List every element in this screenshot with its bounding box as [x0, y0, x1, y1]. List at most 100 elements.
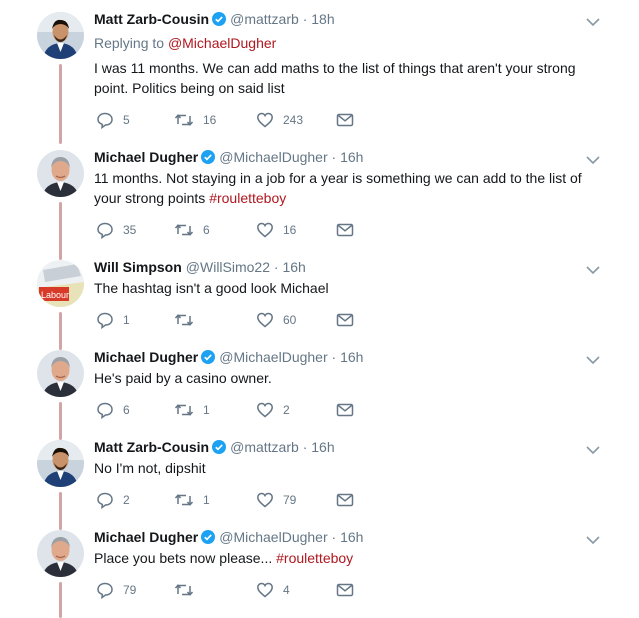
dm-button[interactable]: [336, 490, 363, 510]
avatar[interactable]: Labour: [37, 260, 84, 307]
dm-button[interactable]: [336, 310, 363, 330]
tweet[interactable]: Matt Zarb-Cousin @mattzarb · 18h Replying…: [0, 10, 639, 144]
retweet-icon: [174, 404, 194, 416]
retweet-icon: [174, 494, 194, 506]
retweet-button[interactable]: 6: [174, 220, 210, 240]
timestamp[interactable]: 16h: [311, 439, 334, 455]
thread-line: [59, 312, 62, 350]
reply-button[interactable]: 79: [96, 580, 136, 600]
avatar-label: Labour: [41, 290, 69, 300]
display-name[interactable]: Will Simpson: [94, 259, 182, 275]
like-count: 4: [283, 583, 290, 597]
retweet-icon: [174, 314, 194, 326]
dm-button[interactable]: [336, 110, 363, 130]
handle[interactable]: @WillSimo22: [186, 259, 270, 275]
reply-button[interactable]: 35: [96, 220, 136, 240]
avatar[interactable]: [37, 12, 84, 59]
retweet-count: 16: [203, 113, 217, 127]
like-button[interactable]: 79: [256, 490, 296, 510]
chevron-down-icon[interactable]: [585, 152, 601, 165]
tweet[interactable]: Michael Dugher @MichaelDugher · 16h Place…: [0, 528, 639, 618]
timestamp[interactable]: 16h: [282, 259, 305, 275]
dm-button[interactable]: [336, 400, 363, 420]
timestamp[interactable]: 16h: [340, 529, 363, 545]
tweet[interactable]: Labour Will Simpson @WillSimo22 · 16h The…: [0, 258, 639, 350]
like-icon: [257, 312, 273, 328]
reply-count: 6: [123, 403, 130, 417]
dm-icon: [336, 313, 354, 327]
display-name[interactable]: Michael Dugher: [94, 529, 198, 545]
like-button[interactable]: 243: [256, 110, 303, 130]
avatar[interactable]: [37, 440, 84, 487]
hashtag-link[interactable]: #rouletteboy: [209, 190, 286, 206]
verified-icon: [201, 530, 216, 544]
display-name[interactable]: Michael Dugher: [94, 349, 198, 365]
avatar[interactable]: [37, 150, 84, 197]
hashtag-link[interactable]: #rouletteboy: [276, 550, 353, 566]
retweet-icon: [174, 584, 194, 596]
reply-icon: [97, 222, 113, 239]
retweet-count: 1: [203, 403, 210, 417]
reply-button[interactable]: 5: [96, 110, 130, 130]
display-name[interactable]: Matt Zarb-Cousin: [94, 11, 209, 27]
avatar[interactable]: [37, 530, 84, 577]
chevron-down-icon[interactable]: [585, 532, 601, 545]
reply-count: 1: [123, 313, 130, 327]
chevron-down-icon[interactable]: [585, 14, 601, 27]
tweet-text: The hashtag isn't a good look Michael: [94, 280, 329, 296]
display-name[interactable]: Michael Dugher: [94, 149, 198, 165]
handle[interactable]: @MichaelDugher: [219, 149, 327, 165]
handle[interactable]: @MichaelDugher: [219, 349, 327, 365]
tweet-text: I was 11 months. We can add maths to the…: [94, 60, 576, 96]
timestamp[interactable]: 16h: [340, 149, 363, 165]
dm-button[interactable]: [336, 580, 363, 600]
tweet[interactable]: Matt Zarb-Cousin @mattzarb · 16h No I'm n…: [0, 438, 639, 530]
tweet-text: No I'm not, dipshit: [94, 460, 206, 476]
tweet-header: Will Simpson @WillSimo22 · 16h: [94, 258, 306, 276]
dm-button[interactable]: [336, 220, 363, 240]
tweet-text: 11 months. Not staying in a job for a ye…: [94, 168, 604, 208]
handle[interactable]: @mattzarb: [230, 439, 299, 455]
like-button[interactable]: 16: [256, 220, 296, 240]
tweet[interactable]: Michael Dugher @MichaelDugher · 16h He's …: [0, 348, 639, 440]
dm-icon: [336, 403, 354, 417]
display-name[interactable]: Matt Zarb-Cousin: [94, 439, 209, 455]
replying-to: Replying to @MichaelDugher: [94, 34, 276, 52]
reply-count: 79: [123, 583, 137, 597]
timestamp[interactable]: 18h: [311, 11, 334, 27]
like-count: 16: [283, 223, 297, 237]
retweet-button[interactable]: 1: [174, 400, 210, 420]
avatar[interactable]: [37, 350, 84, 397]
reply-button[interactable]: 2: [96, 490, 130, 510]
verified-icon: [212, 12, 227, 26]
chevron-down-icon[interactable]: [585, 262, 601, 275]
like-button[interactable]: 2: [256, 400, 290, 420]
tweet-text-body: Place you bets now please...: [94, 550, 273, 566]
timestamp[interactable]: 16h: [340, 349, 363, 365]
like-icon: [257, 222, 273, 238]
chevron-down-icon[interactable]: [585, 352, 601, 365]
tweet-header: Matt Zarb-Cousin @mattzarb · 18h: [94, 10, 335, 28]
retweet-button[interactable]: 16: [174, 110, 216, 130]
thread-line: [59, 492, 62, 530]
thread-line: [59, 202, 62, 260]
retweet-button[interactable]: [174, 580, 203, 600]
like-icon: [257, 112, 273, 128]
replying-to-link[interactable]: @MichaelDugher: [168, 35, 276, 51]
reply-count: 35: [123, 223, 137, 237]
like-icon: [257, 492, 273, 508]
like-button[interactable]: 4: [256, 580, 290, 600]
tweet[interactable]: Michael Dugher @MichaelDugher · 16h 11 mo…: [0, 148, 639, 260]
reply-button[interactable]: 6: [96, 400, 130, 420]
retweet-button[interactable]: [174, 310, 203, 330]
like-button[interactable]: 60: [256, 310, 296, 330]
retweet-button[interactable]: 1: [174, 490, 210, 510]
handle[interactable]: @MichaelDugher: [219, 529, 327, 545]
reply-button[interactable]: 1: [96, 310, 130, 330]
replying-label: Replying to: [94, 35, 165, 51]
handle[interactable]: @mattzarb: [230, 11, 299, 27]
tweet-actions: 5 16 243: [96, 110, 366, 130]
reply-count: 5: [123, 113, 130, 127]
reply-icon: [97, 582, 113, 599]
chevron-down-icon[interactable]: [585, 442, 601, 455]
